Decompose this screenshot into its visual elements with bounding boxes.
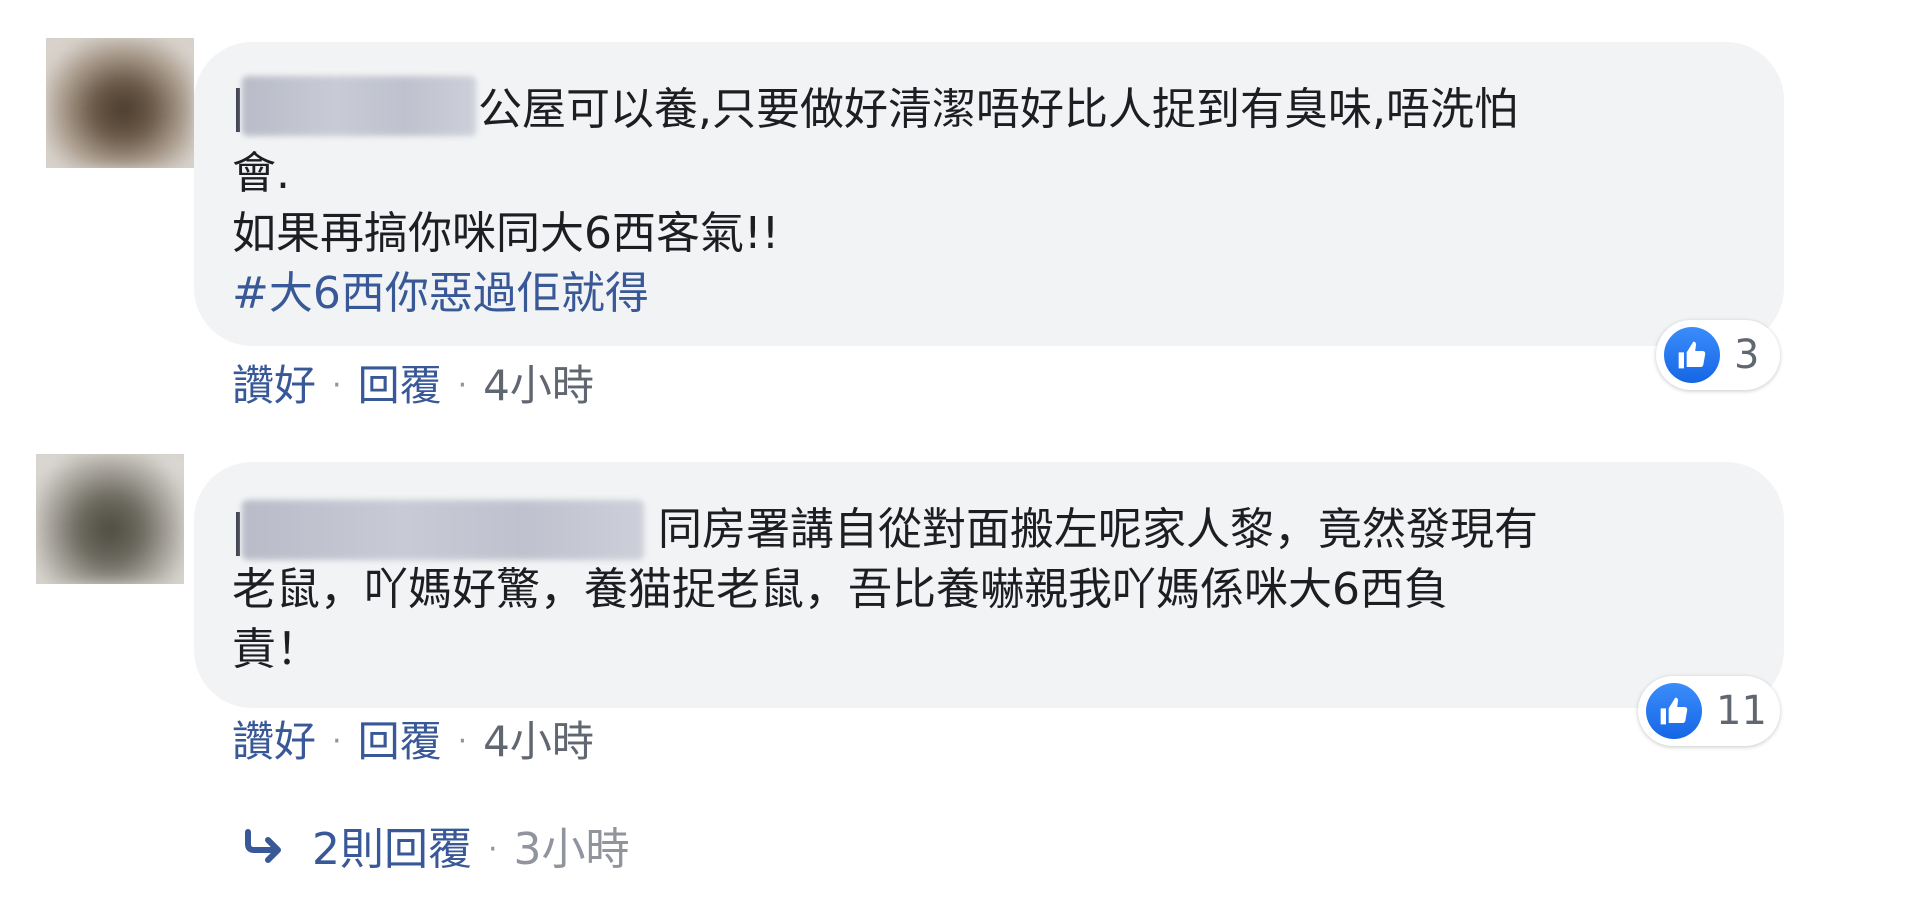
commenter-name-blurred[interactable]	[242, 500, 644, 560]
thumbs-up-icon	[1646, 683, 1702, 739]
comment-text-line-3: 責！	[232, 624, 320, 675]
commenter-avatar[interactable]	[36, 454, 184, 584]
comment-text-line-1: 同房署講自從對面搬左呢家人黎，竟然發現有	[658, 504, 1538, 555]
reply-link[interactable]: 回覆	[358, 714, 442, 770]
reply-arrow-icon	[242, 822, 286, 878]
like-link[interactable]: 讚好	[232, 358, 316, 414]
separator-dot: ·	[457, 724, 468, 759]
separator-dot: ·	[332, 368, 342, 403]
comment-text-line-3: 如果再搞你咪同大6西客氣!!	[232, 208, 780, 259]
commenter-name-cursor	[236, 88, 240, 132]
reaction-summary[interactable]: 3	[1656, 320, 1780, 390]
reaction-summary[interactable]: 11	[1638, 676, 1780, 746]
comment-actions: 讚好 · 回覆 · 4小時	[232, 714, 594, 770]
reaction-count: 3	[1734, 332, 1760, 378]
timestamp[interactable]: 4小時	[483, 358, 594, 414]
like-link[interactable]: 讚好	[232, 714, 316, 770]
commenter-name-cursor	[236, 512, 240, 556]
comment-text-line-1: 公屋可以養,只要做好清潔唔好比人捉到有臭味,唔洗怕	[478, 84, 1518, 135]
reaction-count: 11	[1716, 688, 1767, 734]
separator-dot: ·	[488, 832, 498, 867]
comment-hashtag-link[interactable]: #大6西你惡過佢就得	[232, 266, 649, 322]
view-replies-link[interactable]: 2則回覆	[312, 822, 472, 878]
timestamp[interactable]: 4小時	[483, 714, 594, 770]
separator-dot: ·	[457, 368, 468, 403]
reply-link[interactable]: 回覆	[358, 358, 442, 414]
comment-text-line-2: 會.	[232, 148, 290, 199]
separator-dot: ·	[332, 724, 342, 759]
commenter-name-blurred[interactable]	[242, 76, 476, 136]
thumbs-up-icon	[1664, 327, 1720, 383]
comment-actions: 讚好 · 回覆 · 4小時	[232, 358, 594, 414]
replies-timestamp: 3小時	[513, 824, 630, 875]
view-replies-row[interactable]: 2則回覆 · 3小時	[242, 822, 630, 878]
commenter-avatar[interactable]	[46, 38, 194, 168]
comment-text-line-2: 老鼠，吖媽好驚，養猫捉老鼠，吾比養嚇親我吖媽係咪大6西負	[232, 564, 1448, 615]
